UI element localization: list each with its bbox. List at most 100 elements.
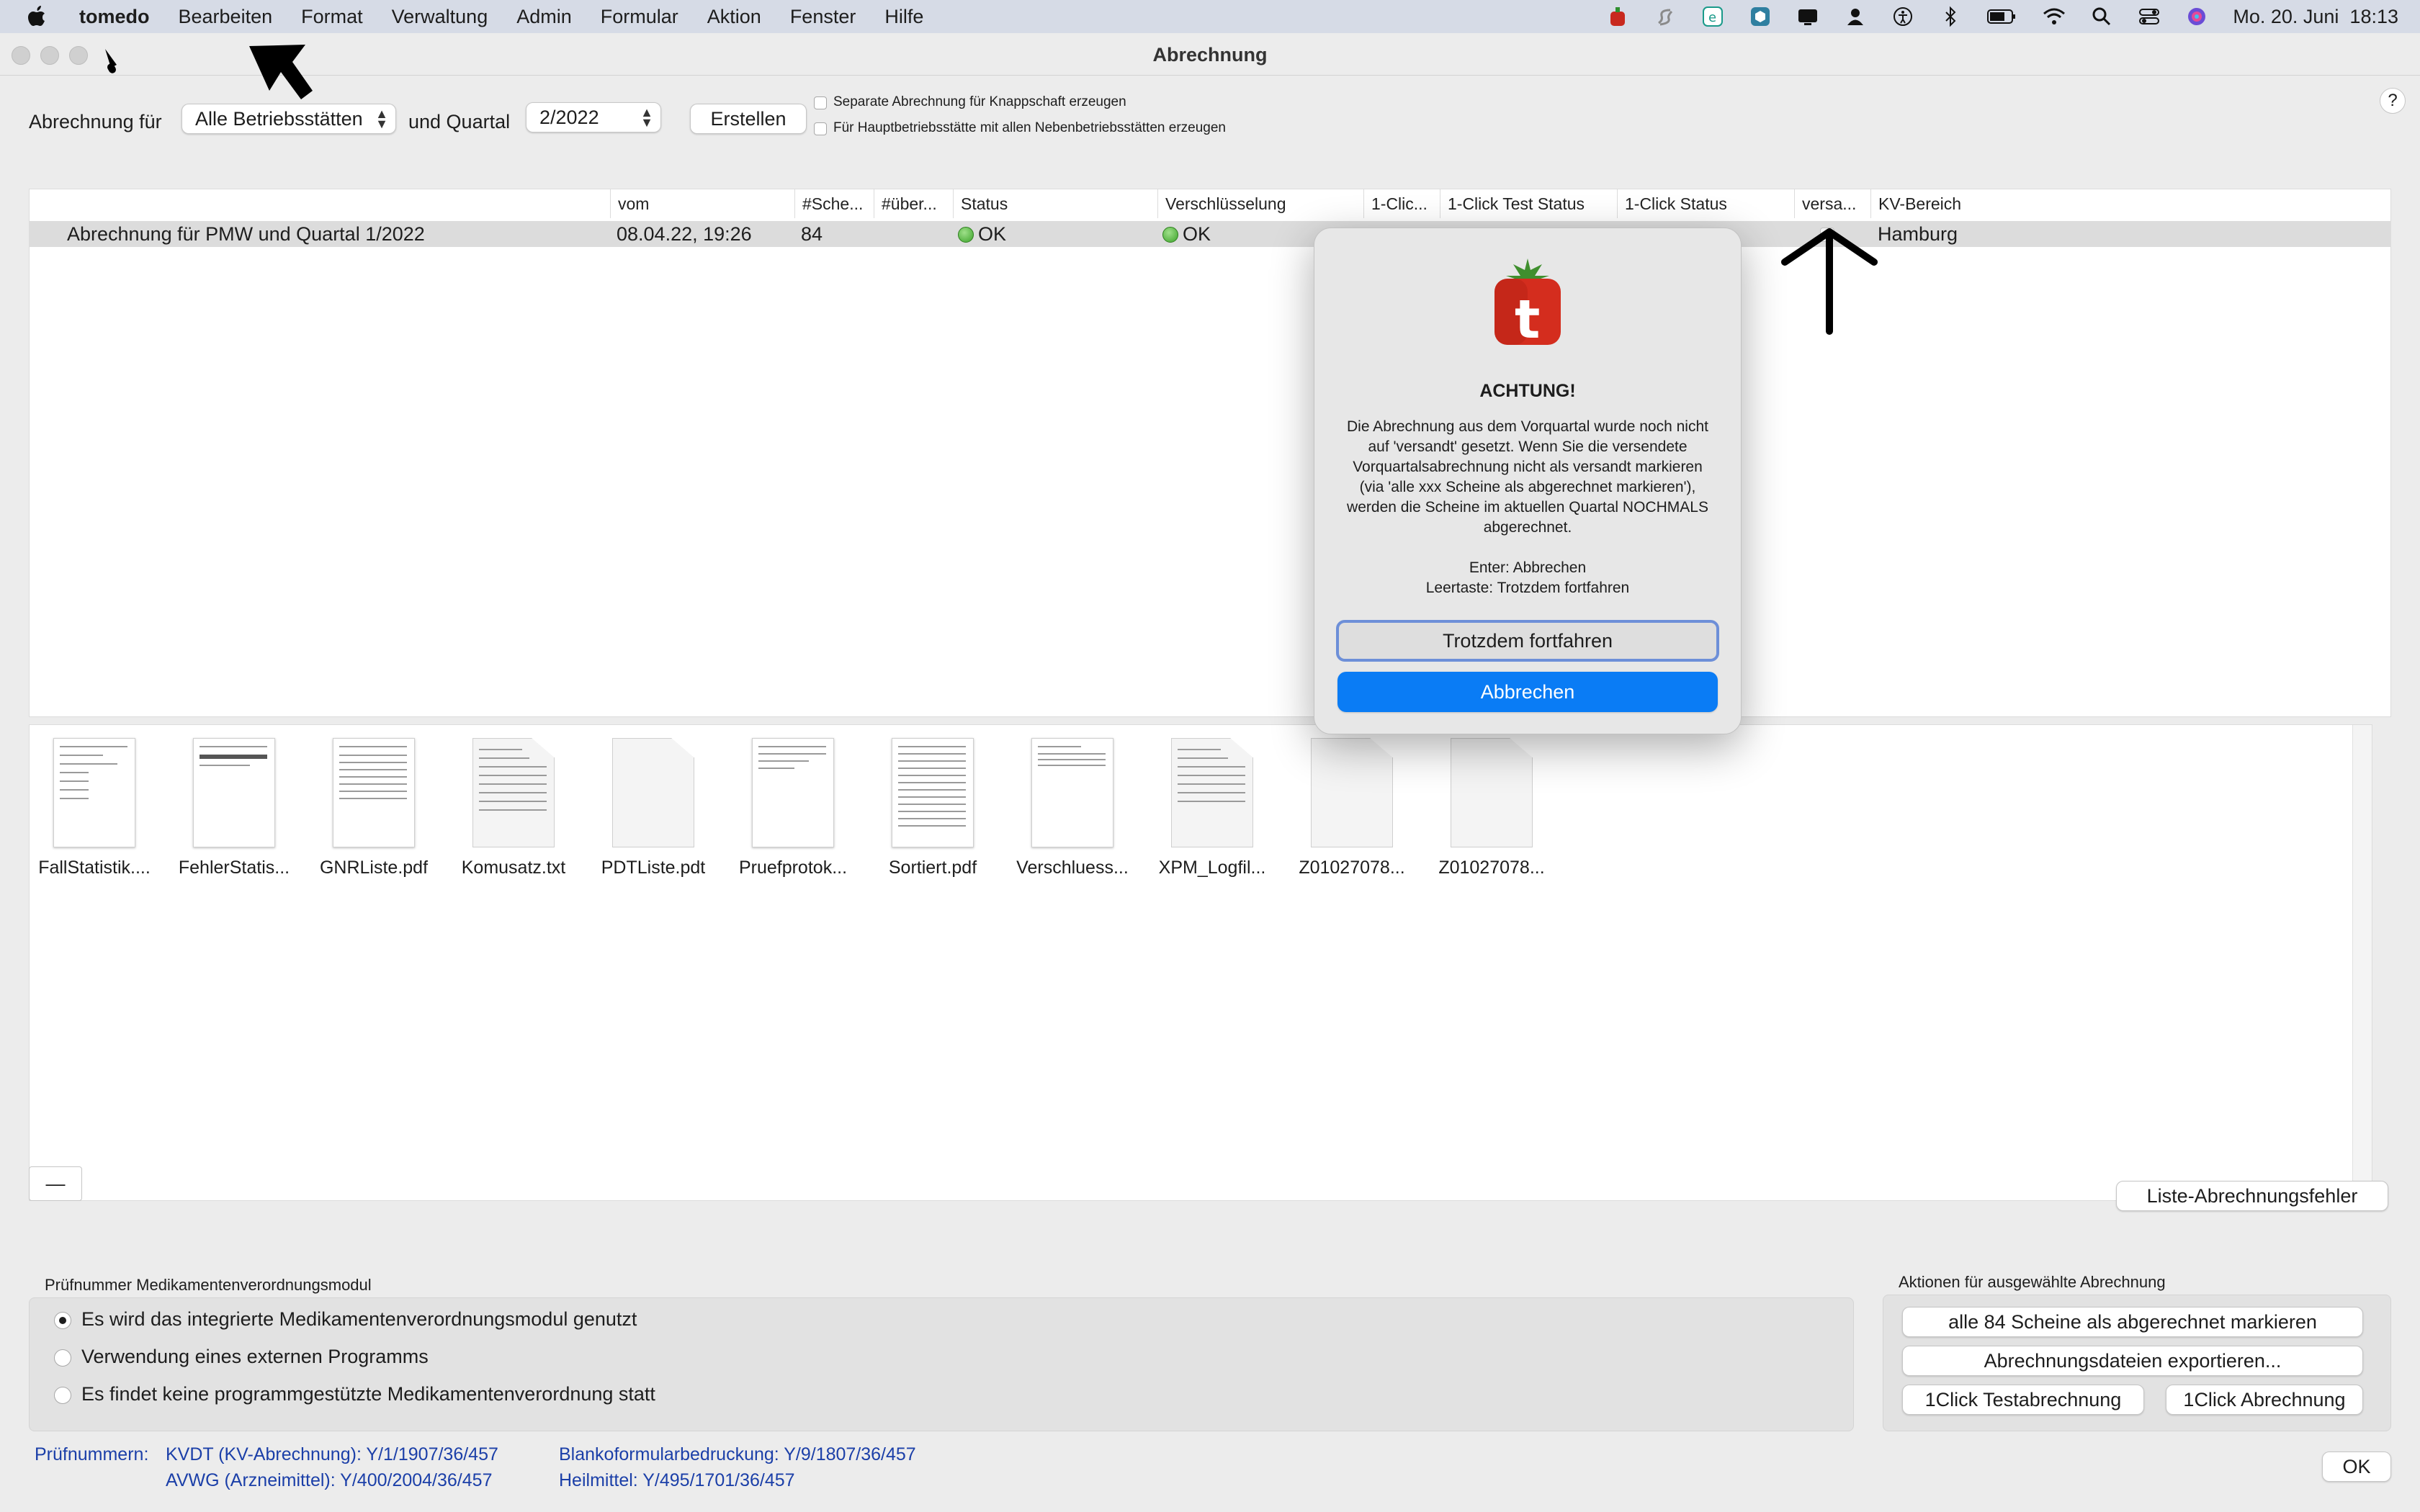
radio-integriert-label: Es wird das integrierte Medikamentenvero… <box>81 1308 637 1330</box>
quartal-value: 2/2022 <box>539 106 599 128</box>
column-header-one-click-test-status[interactable]: 1-Click Test Status <box>1440 189 1618 218</box>
files-scrollbar[interactable] <box>2352 725 2372 1200</box>
siri-icon[interactable] <box>2185 5 2208 28</box>
title-bar: Abrechnung <box>0 35 2420 76</box>
file-name: Z01027078... <box>1438 858 1545 878</box>
column-header-kv-bereich[interactable]: KV-Bereich <box>1871 189 2390 218</box>
file-name: Komusatz.txt <box>461 858 566 878</box>
pruefnummern-label: Prüfnummern: <box>35 1444 149 1464</box>
quartal-popup[interactable]: 2/2022 ▲ ▼ <box>526 102 661 132</box>
search-icon[interactable] <box>2090 5 2113 28</box>
column-header-name[interactable] <box>30 189 611 218</box>
user-icon[interactable] <box>1844 5 1867 28</box>
one-click-test-button[interactable]: 1Click Testabrechnung <box>1902 1385 2144 1415</box>
mark-abgerechnet-button[interactable]: alle 84 Scheine als abgerechnet markiere… <box>1902 1307 2363 1337</box>
column-header-ueber[interactable]: #über... <box>874 189 954 218</box>
dialog-title: ACHTUNG! <box>1479 381 1576 401</box>
one-click-abrechnung-button[interactable]: 1Click Abrechnung <box>2166 1385 2363 1415</box>
radio-extern-label: Verwendung eines externen Programms <box>81 1346 429 1367</box>
row-verschluesselung-text: OK <box>1183 223 1211 245</box>
mouse-cursor-icon <box>105 49 117 73</box>
liste-abrechnungsfehler-button[interactable]: Liste-Abrechnungsfehler <box>2116 1181 2388 1211</box>
file-item[interactable]: FallStatistik.... <box>30 738 159 878</box>
column-header-status[interactable]: Status <box>954 189 1158 218</box>
file-name: Verschluess... <box>1016 858 1129 878</box>
menu-app-name[interactable]: tomedo <box>79 6 150 28</box>
actions-section-title: Aktionen für ausgewählte Abrechnung <box>1899 1273 2166 1291</box>
file-name: FehlerStatis... <box>178 858 290 878</box>
file-item[interactable]: Z01027078... <box>1287 738 1417 878</box>
pruefnummer-avwg: AVWG (Arzneimittel): Y/400/2004/36/457 <box>166 1470 493 1490</box>
pruefnummer-kvdt: KVDT (KV-Abrechnung): Y/1/1907/36/457 <box>166 1444 498 1464</box>
abbrechen-button[interactable]: Abbrechen <box>1337 672 1718 712</box>
actions-group: alle 84 Scheine als abgerechnet markiere… <box>1883 1295 2391 1431</box>
file-name: Pruefprotok... <box>738 858 848 878</box>
popup-chevron-icon: ▲ ▼ <box>375 107 388 131</box>
hexagon-app-icon[interactable] <box>1749 5 1772 28</box>
blank-document-icon <box>1451 738 1533 847</box>
e-app-icon[interactable]: e <box>1701 5 1724 28</box>
menu-item-admin[interactable]: Admin <box>516 6 572 28</box>
trotzdem-fortfahren-button[interactable]: Trotzdem fortfahren <box>1336 620 1719 662</box>
text-document-icon <box>1171 738 1253 847</box>
knappschaft-checkbox[interactable] <box>814 96 827 109</box>
column-header-vom[interactable]: vom <box>611 189 795 218</box>
status-ok-icon <box>958 227 974 243</box>
screen-icon[interactable] <box>1796 5 1819 28</box>
file-item[interactable]: Pruefprotok... <box>728 738 858 878</box>
betriebsstaetten-popup[interactable]: Alle Betriebsstätten ▲ ▼ <box>182 104 396 134</box>
annotation-up-arrow <box>1781 228 1878 335</box>
file-item[interactable]: XPM_Logfil... <box>1147 738 1277 878</box>
ok-button[interactable]: OK <box>2322 1452 2391 1482</box>
wifi-icon[interactable] <box>2043 5 2066 28</box>
battery-icon[interactable] <box>1986 5 2018 28</box>
menu-item-aktion[interactable]: Aktion <box>707 6 761 28</box>
betriebsstaetten-value: Alle Betriebsstätten <box>195 107 363 130</box>
column-header-one-click-status[interactable]: 1-Click Status <box>1618 189 1795 218</box>
control-center-icon[interactable] <box>2138 5 2161 28</box>
file-item[interactable]: Z01027078... <box>1427 738 1556 878</box>
file-item[interactable]: PDTListe.pdt <box>588 738 718 878</box>
export-files-button[interactable]: Abrechnungsdateien exportieren... <box>1902 1346 2363 1376</box>
column-header-verschluesselung[interactable]: Verschlüsselung <box>1158 189 1364 218</box>
radio-keine[interactable] <box>54 1387 71 1404</box>
menu-item-fenster[interactable]: Fenster <box>790 6 856 28</box>
pdf-thumbnail-icon <box>1031 738 1113 847</box>
menu-item-hilfe[interactable]: Hilfe <box>884 6 923 28</box>
pdf-thumbnail-icon <box>752 738 834 847</box>
help-button[interactable]: ? <box>2380 88 2406 114</box>
row-scheine: 84 <box>801 223 823 245</box>
table-row[interactable]: Abrechnung für PMW und Quartal 1/2022 08… <box>30 221 2390 247</box>
menu-item-verwaltung[interactable]: Verwaltung <box>392 6 488 28</box>
column-header-one-click[interactable]: 1-Clic... <box>1364 189 1440 218</box>
file-item[interactable]: GNRListe.pdf <box>309 738 439 878</box>
remove-button[interactable]: — <box>29 1166 82 1201</box>
file-item[interactable]: Verschluess... <box>1008 738 1137 878</box>
erstellen-button[interactable]: Erstellen <box>690 104 807 134</box>
sync-icon[interactable] <box>1654 5 1677 28</box>
row-name: Abrechnung für PMW und Quartal 1/2022 <box>67 223 425 245</box>
menu-item-formular[interactable]: Formular <box>601 6 678 28</box>
pdf-thumbnail-icon <box>892 738 974 847</box>
accessibility-icon[interactable] <box>1891 5 1914 28</box>
file-item[interactable]: Sortiert.pdf <box>868 738 998 878</box>
bluetooth-icon[interactable] <box>1939 5 1962 28</box>
radio-extern[interactable] <box>54 1349 71 1367</box>
logo-letter: t <box>1515 289 1541 351</box>
tomedo-tray-icon[interactable] <box>1606 5 1629 28</box>
file-item[interactable]: Komusatz.txt <box>449 738 578 878</box>
menu-item-format[interactable]: Format <box>301 6 363 28</box>
column-header-versandt[interactable]: versa... <box>1795 189 1871 218</box>
file-item[interactable]: FehlerStatis... <box>169 738 299 878</box>
hauptbetrieb-checkbox[interactable] <box>814 122 827 135</box>
pdf-thumbnail-icon <box>333 738 415 847</box>
column-header-scheine[interactable]: #Sche... <box>795 189 874 218</box>
dialog-hint-enter: Enter: Abbrechen <box>1469 559 1587 576</box>
menu-item-bearbeiten[interactable]: Bearbeiten <box>179 6 273 28</box>
menubar-clock[interactable]: Mo. 20. Juni 18:13 <box>2233 6 2398 28</box>
radio-keine-label: Es findet keine programmgestützte Medika… <box>81 1383 655 1405</box>
apple-icon[interactable] <box>27 6 46 27</box>
radio-integriert[interactable] <box>54 1312 71 1329</box>
file-name: Sortiert.pdf <box>888 858 977 878</box>
pruefnummer-heilmittel: Heilmittel: Y/495/1701/36/457 <box>559 1470 795 1490</box>
